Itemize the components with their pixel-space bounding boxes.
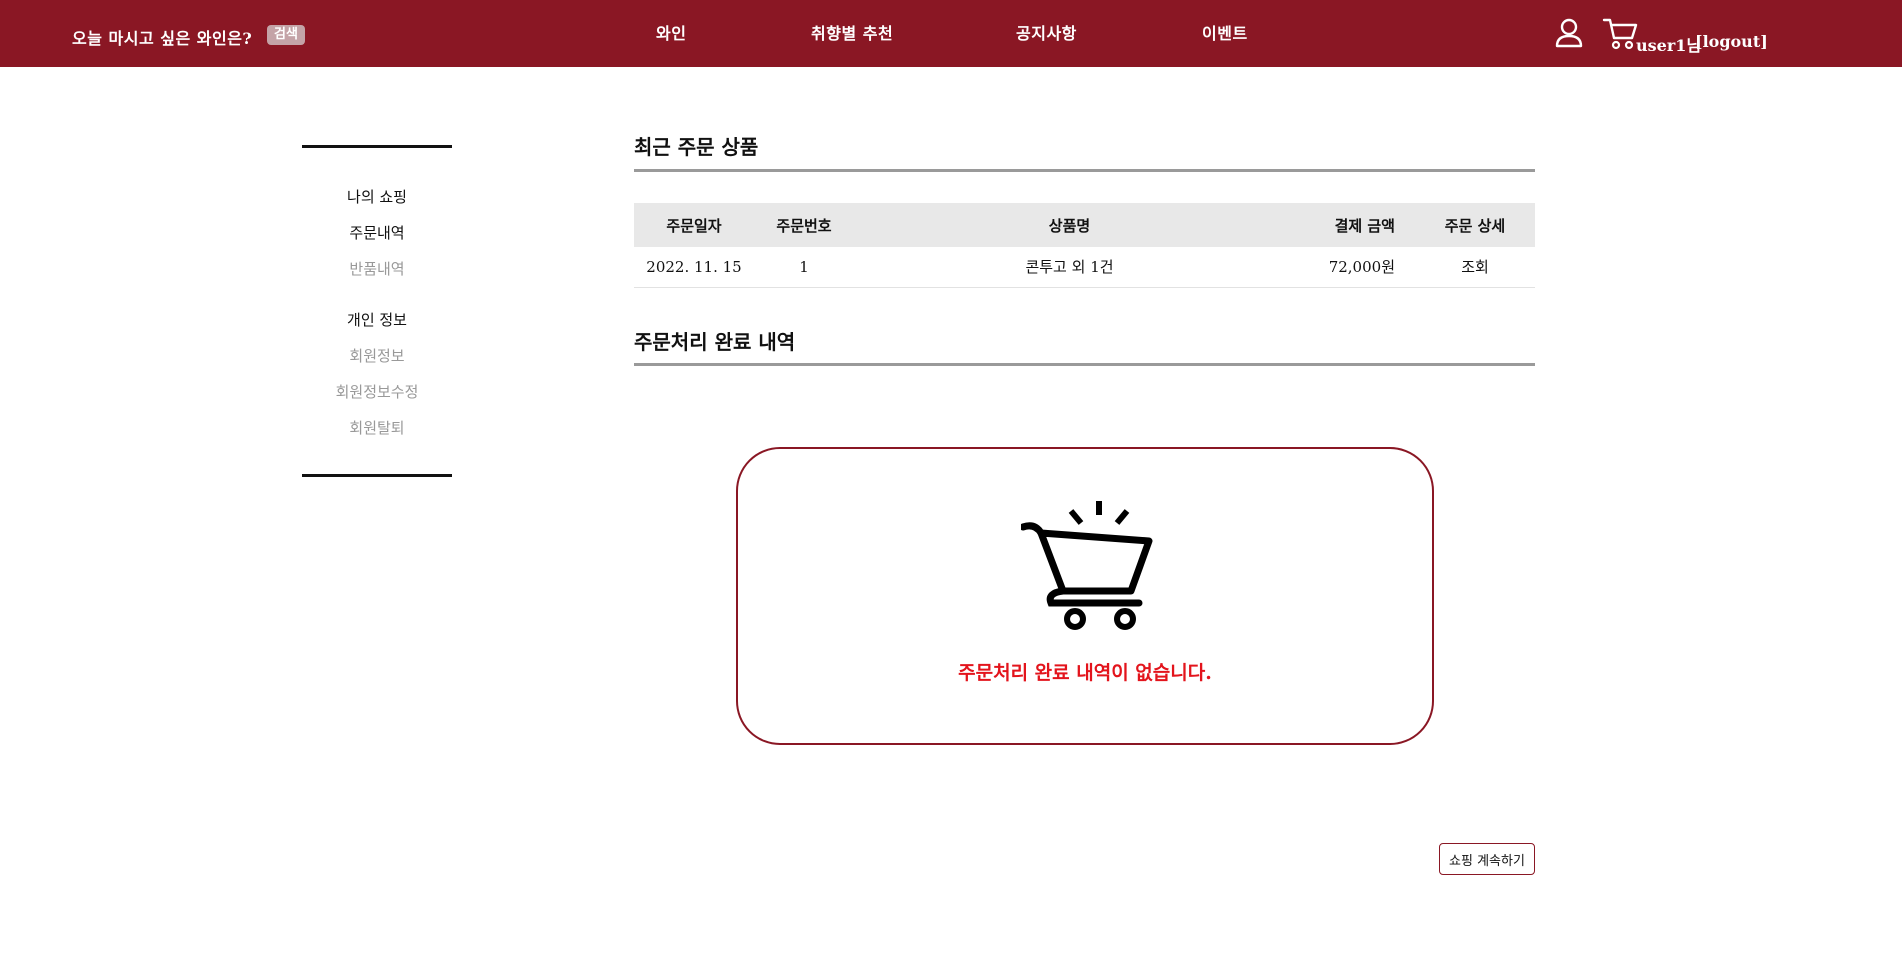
order-amount: 72,000원: [1285, 247, 1415, 288]
table-row: 2022. 11. 15 1 콘투고 외 1건 72,000원 조회: [634, 247, 1535, 288]
logout-link[interactable]: [logout]: [1695, 32, 1768, 51]
order-detail-view-link[interactable]: 조회: [1415, 247, 1535, 288]
column-header-order-number: 주문번호: [754, 203, 854, 247]
order-product: 콘투고 외 1건: [854, 247, 1285, 288]
sidebar-item-order-history[interactable]: 주문내역: [302, 222, 452, 243]
recent-orders-title: 최근 주문 상품: [634, 135, 759, 159]
recent-orders-rule: [634, 169, 1535, 172]
username: user1님: [1636, 36, 1702, 55]
column-header-detail: 주문 상세: [1415, 203, 1535, 247]
sidebar-heading-shopping: 나의 쇼핑: [347, 188, 407, 206]
nav-wine[interactable]: 와인: [656, 20, 686, 44]
sidebar-item-member-edit[interactable]: 회원정보수정: [302, 381, 452, 402]
search-button[interactable]: 검색: [267, 25, 305, 45]
nav-notice[interactable]: 공지사항: [1016, 20, 1077, 44]
completed-orders-rule: [634, 363, 1535, 366]
cart-icon[interactable]: [1602, 16, 1638, 50]
search-prompt[interactable]: 오늘 마시고 싶은 와인은?: [72, 25, 252, 49]
empty-message: 주문처리 완료 내역이 없습니다.: [958, 662, 1212, 684]
table-header-row: 주문일자 주문번호 상품명 결제 금액 주문 상세: [634, 203, 1535, 247]
column-header-amount: 결제 금액: [1285, 203, 1415, 247]
completed-orders-title: 주문처리 완료 내역: [634, 330, 796, 354]
order-number: 1: [754, 247, 854, 288]
sidebar-bottom-divider: [302, 474, 452, 477]
nav-taste-recommend[interactable]: 취향별 추천: [811, 20, 893, 44]
order-date: 2022. 11. 15: [634, 247, 754, 288]
recent-orders-table: 주문일자 주문번호 상품명 결제 금액 주문 상세 2022. 11. 15 1…: [634, 203, 1535, 288]
continue-shopping-button[interactable]: 쇼핑 계속하기: [1439, 843, 1535, 875]
column-header-date: 주문일자: [634, 203, 754, 247]
sidebar-heading-personal-info: 개인 정보: [347, 311, 407, 329]
column-header-product: 상품명: [854, 203, 1285, 247]
sidebar-item-return-history[interactable]: 반품내역: [302, 258, 452, 279]
nav-event[interactable]: 이벤트: [1202, 20, 1248, 44]
empty-completed-orders-box: 주문처리 완료 내역이 없습니다.: [736, 447, 1434, 745]
sidebar-item-member-info[interactable]: 회원정보: [302, 345, 452, 366]
cart-icon: [1021, 501, 1153, 630]
sidebar-item-member-withdraw[interactable]: 회원탈퇴: [302, 417, 452, 438]
sidebar-top-divider: [302, 145, 452, 148]
top-header: 오늘 마시고 싶은 와인은? 검색 와인 취향별 추천 공지사항 이벤트 use…: [0, 0, 1902, 67]
user-icon[interactable]: [1555, 18, 1583, 48]
